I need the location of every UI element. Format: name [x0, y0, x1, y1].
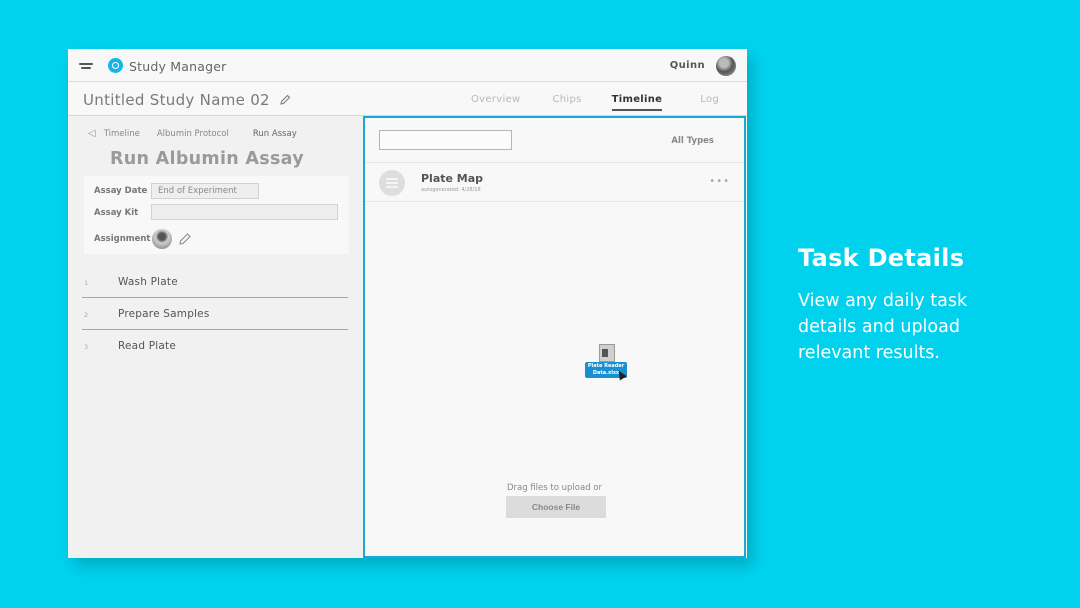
- file-name: Plate Map: [421, 172, 484, 185]
- files-panel: All Types Plate Map autogenerated: 4/28/…: [363, 116, 746, 558]
- study-title: Untitled Study Name 02: [83, 91, 270, 109]
- pencil-icon[interactable]: [278, 93, 292, 107]
- step-label: Read Plate: [118, 340, 176, 352]
- tab-log[interactable]: Log: [700, 94, 719, 111]
- app-logo-icon: [108, 58, 123, 73]
- assay-date-field[interactable]: End of Experiment: [151, 183, 259, 199]
- user-avatar[interactable]: [716, 56, 736, 76]
- study-header: Untitled Study Name 02 Overview Chips Ti…: [68, 82, 747, 116]
- task-form: Assay Date End of Experiment Assay Kit A…: [84, 176, 349, 254]
- top-bar: Study Manager Quinn: [68, 49, 747, 82]
- hamburger-icon[interactable]: [79, 61, 93, 71]
- choose-file-button[interactable]: Choose File: [506, 496, 606, 518]
- type-filter-dropdown[interactable]: All Types: [671, 136, 714, 146]
- dragging-file[interactable]: Plate Reader Data.xlsx: [585, 344, 629, 382]
- feature-title: Task Details: [798, 244, 965, 272]
- assay-kit-field[interactable]: [151, 204, 338, 220]
- back-chevron-icon[interactable]: ◁: [88, 128, 96, 139]
- app-title: Study Manager: [129, 59, 227, 74]
- file-meta: autogenerated: 4/28/18: [421, 187, 481, 193]
- app-window: Study Manager Quinn Untitled Study Name …: [68, 49, 747, 558]
- breadcrumb-current: Run Assay: [252, 128, 297, 139]
- breadcrumb-protocol[interactable]: Albumin Protocol: [157, 129, 229, 139]
- breadcrumb: ◁ Timeline Albumin Protocol Run Assay: [88, 128, 297, 139]
- step-number: 2: [84, 311, 89, 319]
- search-input[interactable]: [379, 130, 512, 150]
- tab-chips[interactable]: Chips: [552, 94, 581, 111]
- pencil-icon[interactable]: [178, 232, 192, 246]
- step-list: 1 Wash Plate 2 Prepare Samples 3 Read Pl…: [82, 266, 348, 362]
- assay-date-label: Assay Date: [94, 186, 148, 196]
- list-item[interactable]: 2 Prepare Samples: [82, 298, 348, 330]
- step-label: Prepare Samples: [118, 308, 210, 320]
- assignee-avatar[interactable]: [152, 229, 172, 249]
- step-number: 3: [84, 343, 89, 351]
- list-item[interactable]: 1 Wash Plate: [82, 266, 348, 298]
- drop-zone-text: Drag files to upload or: [506, 483, 602, 493]
- more-options-icon[interactable]: •••: [709, 176, 730, 187]
- file-icon-circle: [379, 170, 405, 196]
- step-label: Wash Plate: [118, 276, 178, 288]
- excel-file-icon: [599, 344, 615, 362]
- study-tabs: Overview Chips Timeline Log: [471, 94, 719, 111]
- assignment-label: Assignment: [94, 234, 151, 244]
- assay-kit-label: Assay Kit: [94, 208, 139, 218]
- file-list-item[interactable]: Plate Map autogenerated: 4/28/18 •••: [365, 162, 744, 202]
- user-name[interactable]: Quinn: [670, 60, 705, 71]
- tab-timeline[interactable]: Timeline: [611, 94, 663, 111]
- step-number: 1: [84, 279, 89, 287]
- list-item[interactable]: 3 Read Plate: [82, 330, 348, 362]
- breadcrumb-timeline[interactable]: Timeline: [104, 129, 140, 139]
- grid-icon: [386, 178, 398, 188]
- feature-description: View any daily task details and upload r…: [798, 291, 968, 363]
- task-panel: ◁ Timeline Albumin Protocol Run Assay Ru…: [68, 116, 362, 558]
- tab-overview[interactable]: Overview: [471, 94, 520, 111]
- task-title: Run Albumin Assay: [110, 149, 304, 169]
